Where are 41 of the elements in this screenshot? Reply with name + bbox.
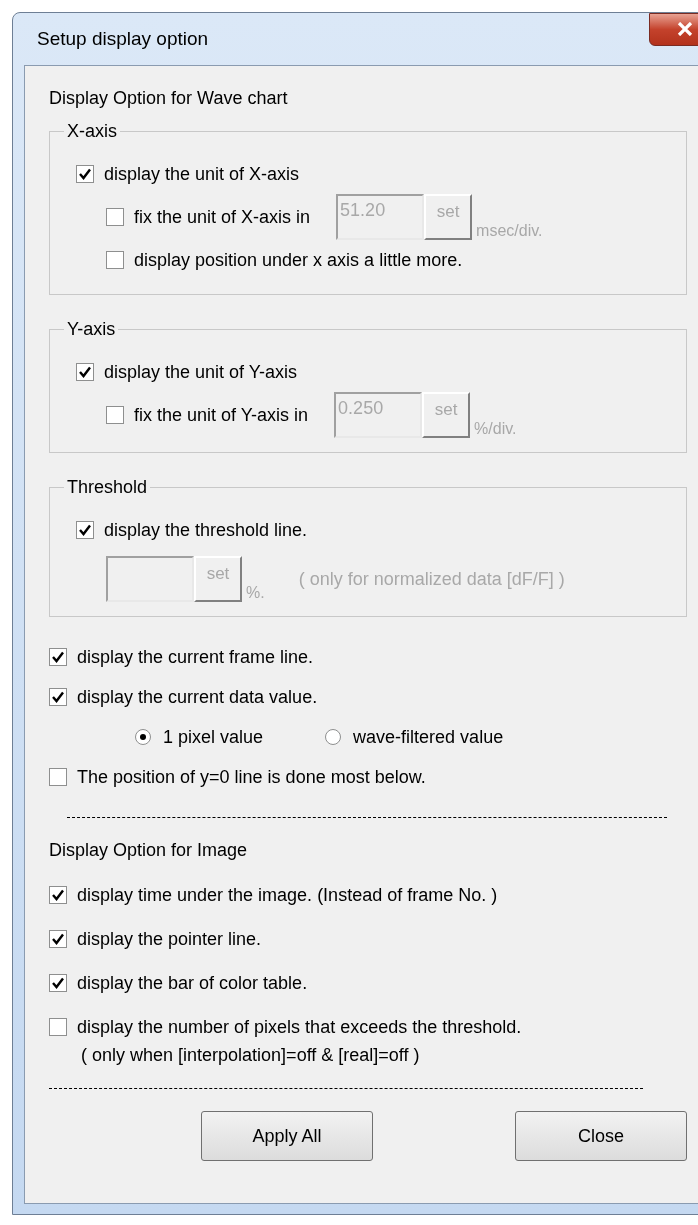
checkbox[interactable]	[49, 648, 67, 666]
option-label: display the number of pixels that exceeds the threshold.	[77, 1016, 522, 1038]
checkbox[interactable]	[76, 363, 94, 381]
checkbox[interactable]	[49, 930, 67, 948]
checkbox[interactable]	[106, 406, 124, 424]
option-label: display the current data value.	[77, 686, 318, 708]
checkbox[interactable]	[76, 521, 94, 539]
option-label: display time under the image. (Instead of frame No. )	[77, 884, 498, 906]
option-label: display the bar of color table.	[77, 972, 308, 994]
option-label: display the unit of Y-axis	[104, 361, 298, 383]
checkbox[interactable]	[49, 768, 67, 786]
option-label: The position of y=0 line is done most below.	[77, 766, 426, 788]
checkbox[interactable]	[106, 251, 124, 269]
radio-label: wave-filtered value	[353, 726, 504, 748]
option-label: display the threshold line.	[104, 519, 308, 541]
section-heading: Display Option for Image	[49, 840, 249, 861]
window-title: Setup display option	[37, 28, 209, 50]
unit-label: msec/div.	[476, 222, 543, 240]
unit-label: %.	[246, 584, 265, 602]
option-label: fix the unit of Y-axis in	[134, 404, 309, 426]
checkbox[interactable]	[76, 165, 94, 183]
radio-button[interactable]	[325, 729, 342, 745]
checkbox[interactable]	[49, 1018, 67, 1036]
note-text: ( only when [interpolation]=off & [real]=off )	[80, 1045, 421, 1066]
checkbox[interactable]	[49, 974, 67, 992]
note-text: ( only for normalized data [dF/F] )	[298, 568, 565, 590]
radio-button[interactable]	[135, 729, 151, 745]
checkbox[interactable]	[106, 208, 124, 226]
option-label: display position under x axis a little more.	[134, 249, 463, 271]
checkbox[interactable]	[49, 886, 67, 904]
option-label: display the current frame line.	[77, 646, 314, 668]
radio-label: 1 pixel value	[163, 726, 264, 748]
option-label: display the unit of X-axis	[104, 163, 300, 185]
close-icon	[677, 22, 693, 36]
dialog-button[interactable]: Apply All	[201, 1111, 373, 1161]
dialog-button[interactable]: Close	[515, 1111, 687, 1161]
option-label: display the pointer line.	[77, 928, 262, 950]
checkbox[interactable]	[49, 688, 67, 706]
unit-label: %/div.	[474, 420, 517, 438]
section-heading: Display Option for Wave chart	[49, 88, 289, 109]
option-label: fix the unit of X-axis in	[134, 206, 311, 228]
